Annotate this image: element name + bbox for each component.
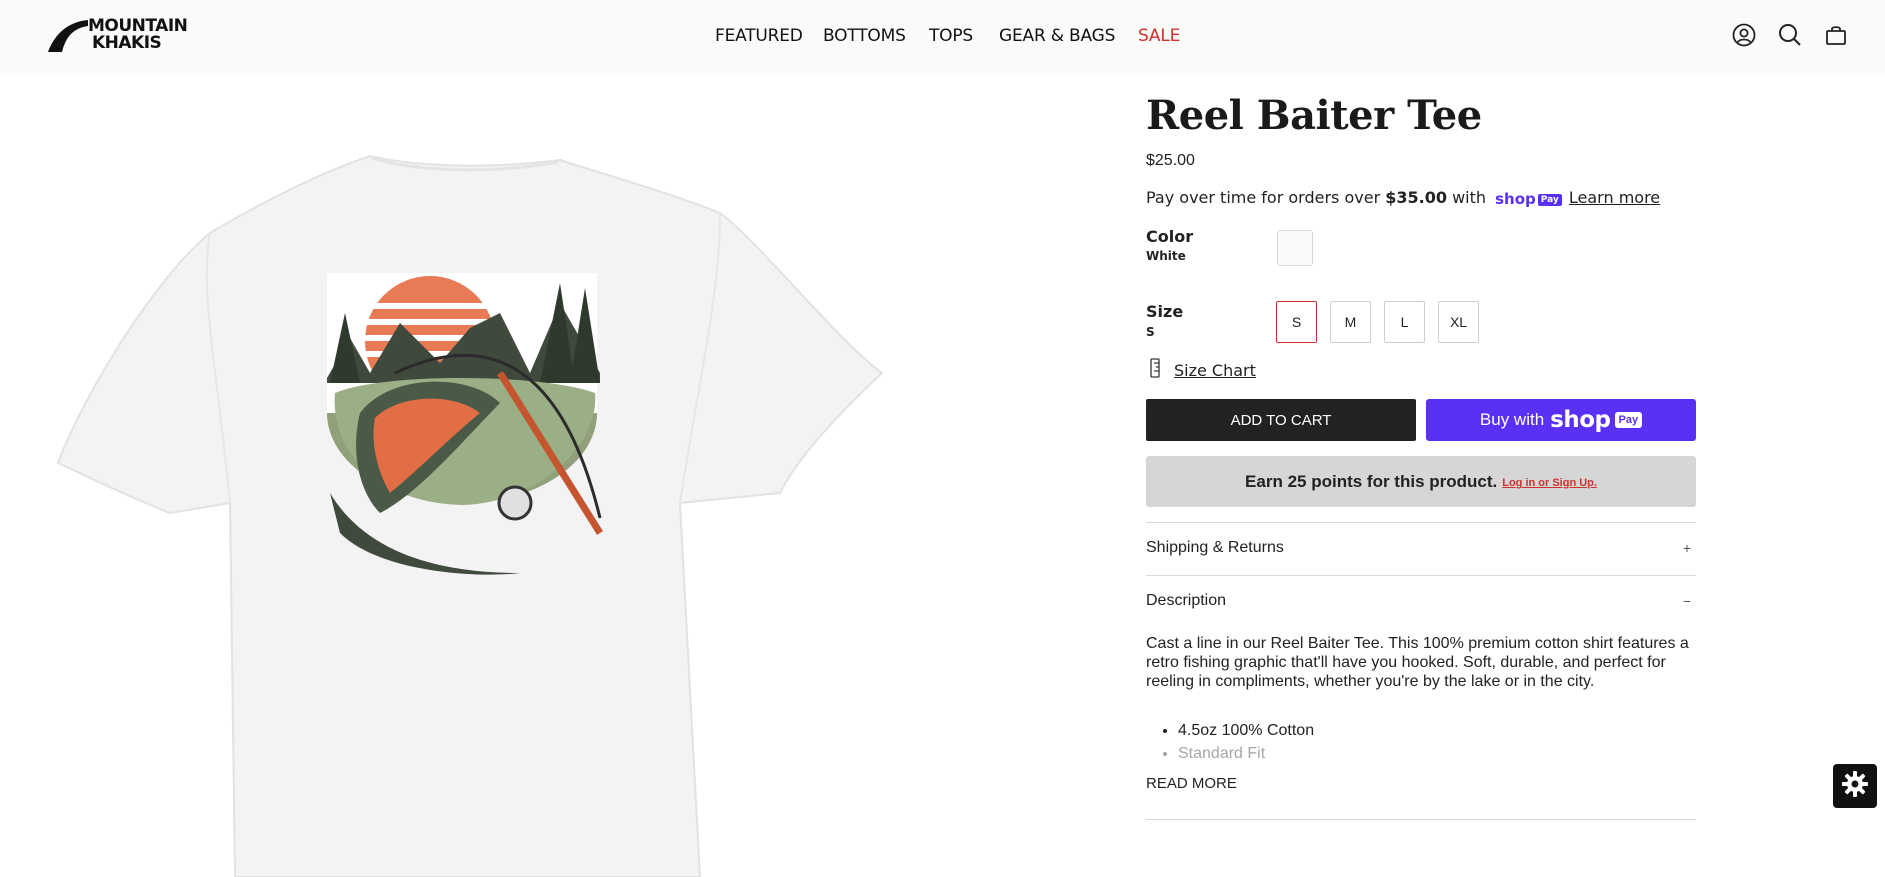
buy-with-shop-pay-button[interactable]: Buy with shop Pay <box>1426 399 1696 441</box>
nav-sale[interactable]: SALE <box>1138 25 1180 47</box>
installments-middle: with <box>1446 188 1492 207</box>
buy-with-label: Buy with <box>1479 410 1545 429</box>
add-to-cart-button[interactable]: ADD TO CART <box>1146 399 1416 441</box>
nav-tops[interactable]: TOPS <box>929 25 973 47</box>
product-price: $25.00 <box>1146 152 1195 169</box>
color-value: White <box>1146 249 1186 263</box>
shop-pay-logo-icon: shop Pay <box>1495 189 1562 208</box>
installments-prefix: Pay over time for orders over <box>1146 188 1386 207</box>
accordion-shipping-returns[interactable]: Shipping & Returns + <box>1146 523 1696 573</box>
main-nav: FEATURED BOTTOMS TOPS GEAR & BAGS SALE <box>0 25 1885 49</box>
nav-featured[interactable]: FEATURED <box>715 25 803 47</box>
cart-icon[interactable] <box>1823 22 1849 48</box>
product-description: Cast a line in our Reel Baiter Tee. This… <box>1146 635 1689 690</box>
shop-pay-word: shop <box>1495 190 1536 208</box>
pay-badge: Pay <box>1614 412 1643 428</box>
feature-item: 4.5oz 100% Cotton <box>1178 719 1314 742</box>
read-more-button[interactable]: READ MORE <box>1146 775 1237 792</box>
size-option-l[interactable]: L <box>1384 301 1425 343</box>
size-label: Size <box>1146 302 1184 321</box>
ruler-icon <box>1150 357 1160 383</box>
minus-icon: − <box>1682 593 1692 609</box>
points-text: Earn 25 points for this product. <box>1245 471 1498 491</box>
divider <box>1146 819 1696 820</box>
search-icon[interactable] <box>1777 22 1803 48</box>
shop-wordmark: shop <box>1550 407 1611 433</box>
size-option-s[interactable]: S <box>1276 301 1317 343</box>
nav-gear-bags[interactable]: GEAR & BAGS <box>999 25 1115 47</box>
accordion-description[interactable]: Description − <box>1146 576 1696 626</box>
login-signup-link[interactable]: Log in or Sign Up. <box>1502 477 1597 489</box>
shop-pay-badge: Pay <box>1537 193 1562 206</box>
tshirt-image <box>56 154 884 877</box>
product-image[interactable] <box>0 73 1120 877</box>
site-header: MOUNTAIN KHAKIS FEATURED BOTTOMS TOPS GE… <box>0 0 1885 73</box>
size-value: S <box>1146 325 1155 339</box>
color-swatch-white[interactable] <box>1277 230 1313 266</box>
plus-icon: + <box>1682 540 1692 556</box>
accordion-label: Shipping & Returns <box>1146 539 1284 556</box>
product-title: Reel Baiter Tee <box>1146 92 1482 139</box>
size-option-m[interactable]: M <box>1330 301 1371 343</box>
feature-list: 4.5oz 100% Cotton Standard Fit <box>1178 719 1314 765</box>
installments-amount: $35.00 <box>1385 188 1447 207</box>
account-icon[interactable] <box>1731 22 1757 48</box>
gear-icon <box>1840 769 1870 804</box>
color-label: Color <box>1146 227 1194 246</box>
installments-message: Pay over time for orders over $35.00 wit… <box>1146 188 1660 208</box>
nav-bottoms[interactable]: BOTTOMS <box>823 25 906 47</box>
accordion-label: Description <box>1146 592 1227 609</box>
accessibility-settings-button[interactable] <box>1833 764 1877 808</box>
size-option-xl[interactable]: XL <box>1438 301 1479 343</box>
size-chart-label: Size Chart <box>1174 360 1256 380</box>
size-chart-link[interactable]: Size Chart <box>1150 357 1256 383</box>
loyalty-points-banner: Earn 25 points for this product. Log in … <box>1146 456 1696 507</box>
learn-more-link[interactable]: Learn more <box>1569 188 1660 207</box>
feature-item: Standard Fit <box>1178 742 1314 765</box>
